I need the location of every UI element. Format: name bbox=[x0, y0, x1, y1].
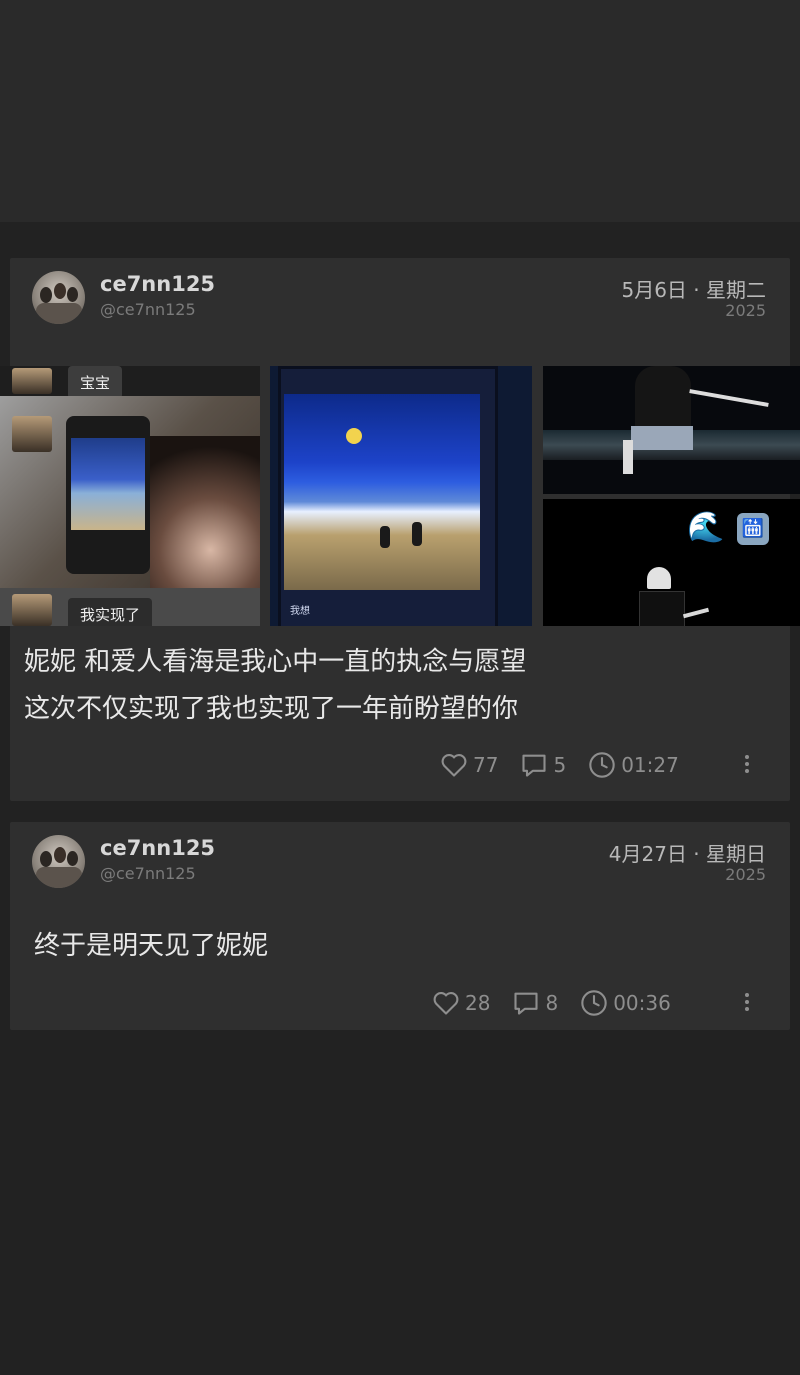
username[interactable]: ce7nn125 bbox=[100, 836, 215, 860]
photo-chat-screenshot[interactable]: 宝宝 我实现了 bbox=[0, 366, 260, 626]
comment-button[interactable]: 5 bbox=[520, 752, 566, 778]
username[interactable]: ce7nn125 bbox=[100, 272, 215, 296]
duration-value: 01:27 bbox=[621, 753, 679, 777]
post-year: 2025 bbox=[725, 301, 766, 320]
like-count: 28 bbox=[465, 991, 491, 1015]
post-text-line: 终于是明天见了妮妮 bbox=[34, 931, 269, 961]
photo-person-night[interactable]: 🌊 🛗 bbox=[543, 499, 800, 626]
avatar[interactable] bbox=[32, 271, 85, 324]
post-text-line: 妮妮 和爱人看海是我心中一直的执念与愿望 bbox=[24, 647, 527, 677]
comment-count: 8 bbox=[545, 991, 559, 1015]
heart-icon bbox=[441, 754, 467, 777]
chat-bubble-bottom: 我实现了 bbox=[68, 598, 153, 626]
duration-value: 00:36 bbox=[613, 991, 671, 1015]
post-text-line: 这次不仅实现了我也实现了一年前盼望的你 bbox=[24, 694, 519, 724]
top-spacer bbox=[0, 0, 800, 222]
phone-in-photo bbox=[66, 416, 150, 574]
comment-count: 5 bbox=[553, 753, 567, 777]
chat-bubble-top: 宝宝 bbox=[68, 366, 123, 399]
comment-icon bbox=[522, 754, 547, 777]
emoji-icon: 🛗 bbox=[737, 513, 769, 545]
like-button[interactable]: 77 bbox=[440, 752, 498, 778]
avatar[interactable] bbox=[32, 835, 85, 888]
photo-painting-on-phone[interactable]: 我想 bbox=[270, 366, 532, 626]
post-year: 2025 bbox=[725, 865, 766, 884]
more-vertical-icon[interactable] bbox=[745, 752, 751, 776]
clock-icon bbox=[581, 990, 607, 1016]
post-card[interactable]: ce7nn125 @ce7nn125 4月27日 · 星期日 2025 终于是明… bbox=[10, 822, 790, 1030]
chat-avatar bbox=[12, 368, 52, 394]
heart-icon bbox=[433, 992, 459, 1015]
clock-icon bbox=[589, 752, 615, 778]
photo-beach-night[interactable] bbox=[543, 366, 800, 494]
duration-indicator: 01:27 bbox=[588, 751, 679, 779]
post-actions: 28 8 00:36 bbox=[432, 988, 693, 1018]
post-actions: 77 5 01:27 bbox=[440, 750, 701, 780]
like-button[interactable]: 28 bbox=[432, 990, 490, 1016]
more-vertical-icon[interactable] bbox=[745, 990, 751, 1014]
image-grid: 宝宝 我实现了 我想 🌊 🛗 bbox=[0, 366, 800, 626]
user-handle: @ce7nn125 bbox=[100, 300, 196, 319]
comment-button[interactable]: 8 bbox=[512, 990, 558, 1016]
like-count: 77 bbox=[473, 753, 499, 777]
chat-avatar bbox=[12, 594, 52, 626]
comment-icon bbox=[514, 992, 539, 1015]
duration-indicator: 00:36 bbox=[580, 989, 671, 1017]
wave-emoji: 🌊 bbox=[687, 510, 725, 545]
screen-caption: 我想 bbox=[290, 606, 310, 617]
chat-avatar bbox=[12, 416, 52, 452]
user-handle: @ce7nn125 bbox=[100, 864, 196, 883]
post-date: 5月6日 · 星期二 bbox=[621, 278, 766, 302]
post-date: 4月27日 · 星期日 bbox=[608, 842, 766, 866]
